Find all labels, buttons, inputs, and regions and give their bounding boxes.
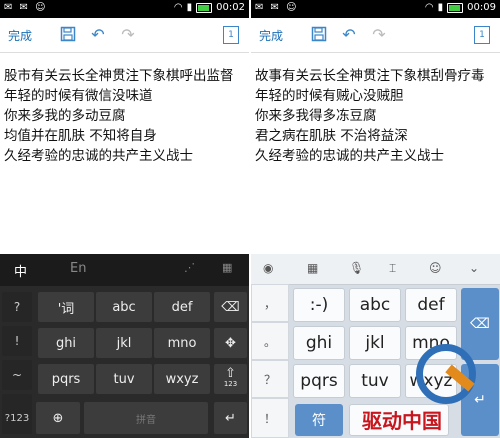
punct-key[interactable]: ？ [251, 360, 289, 398]
battery-icon [447, 2, 464, 13]
keyboard-icon[interactable]: ▦ [222, 261, 232, 274]
text-line: 均值并在肌肤 不知将自身 [4, 128, 157, 144]
enter-icon[interactable]: ↵ [461, 364, 499, 436]
key-abc[interactable]: abc [349, 288, 401, 322]
emoji-icon[interactable]: ☺ [429, 261, 442, 275]
left-screenshot: ✉ ✉ ☺ ◠ ▮ 00:02 完成 ↶ ↷ 1 股市有关云长全神贯注下象棋呼出… [0, 0, 249, 438]
key-ghi[interactable]: ghi [38, 328, 94, 358]
symbol-key[interactable]: 符 [295, 404, 343, 436]
text-line: 故事有关云长全神贯注下象棋刮骨疗毒 [255, 68, 485, 84]
text-line: 久经考验的忠诚的共产主义战士 [255, 148, 444, 164]
punct-key[interactable]: 。 [251, 322, 289, 360]
key-pqrs[interactable]: pqrs [293, 364, 345, 398]
text-editor[interactable]: 故事有关云长全神贯注下象棋刮骨疗毒 年轻的时候有贼心没贼胆 你来多我得多冻豆腐 … [255, 66, 499, 166]
notification-icons: ✉ ✉ ☺ [255, 2, 299, 13]
punct-key[interactable]: ! [2, 326, 32, 356]
save-icon[interactable] [309, 24, 329, 44]
notification-icons: ✉ ✉ ☺ [4, 2, 48, 13]
text-line: 久经考验的忠诚的共产主义战士 [4, 148, 193, 164]
battery-icon [196, 2, 213, 13]
key-quote-word[interactable]: '词 [38, 292, 94, 322]
text-editor[interactable]: 股市有关云长全神贯注下象棋呼出监督 年轻的时候有微信没味道 你来多我的多动豆腐 … [4, 66, 248, 166]
signal-icon: ▮ [437, 2, 444, 13]
enter-icon[interactable]: ↵ [214, 402, 247, 434]
backspace-icon[interactable]: ⌫ [461, 288, 499, 360]
clock: 00:02 [216, 2, 245, 13]
light-keyboard: ◉ ▦ 🎙 ⌶ ☺ ⌄ ， 。 ？ ！ :-) abc def ghi jkl … [251, 254, 500, 438]
tab-chinese[interactable]: 中 [14, 261, 27, 280]
text-line: 你来多我得多冻豆腐 [255, 108, 377, 124]
page-count-icon[interactable]: 1 [223, 26, 239, 44]
redo-icon[interactable]: ↷ [369, 24, 389, 44]
redo-icon[interactable]: ↷ [118, 24, 138, 44]
right-screenshot: ✉ ✉ ☺ ◠ ▮ 00:09 完成 ↶ ↷ 1 故事有关云长全神贯注下象棋刮骨… [251, 0, 500, 438]
key-wxyz[interactable]: wxyz [405, 364, 457, 398]
dark-keyboard: 中 En ⋰ ▦ ? ! ~ … '词 abc def ghi jkl mno … [0, 254, 249, 438]
punct-key[interactable]: ? [2, 292, 32, 322]
status-right: ◠ ▮ 00:09 [425, 2, 496, 13]
key-jkl[interactable]: jkl [96, 328, 152, 358]
save-icon[interactable] [58, 24, 78, 44]
backspace-icon[interactable]: ⌫ [214, 292, 247, 322]
key-tuv[interactable]: tuv [349, 364, 401, 398]
tab-english[interactable]: En [70, 261, 86, 276]
text-line: 你来多我的多动豆腐 [4, 108, 126, 124]
shift-key[interactable]: ⇧ 123 [214, 364, 247, 394]
keyboard-toolbar: ◉ ▦ 🎙 ⌶ ☺ ⌄ [251, 254, 500, 285]
editor-toolbar: 完成 ↶ ↷ 1 [251, 18, 500, 53]
keyboard-tabs: 中 En ⋰ ▦ [0, 254, 249, 286]
text-line: 年轻的时候有贼心没贼胆 [255, 88, 404, 104]
space-key[interactable] [349, 404, 449, 436]
symbols-key[interactable]: ?123 [2, 402, 32, 434]
wifi-icon: ◠ [173, 2, 183, 13]
key-pqrs[interactable]: pqrs [38, 364, 94, 394]
key-abc[interactable]: abc [96, 292, 152, 322]
space-key[interactable]: 拼音 [84, 402, 208, 434]
key-ghi[interactable]: ghi [293, 326, 345, 360]
key-mno[interactable]: mno [405, 326, 457, 360]
cursor-move-icon[interactable]: ✥ [214, 328, 247, 358]
text-line: 君之病在肌肤 不治将益深 [255, 128, 408, 144]
mic-icon[interactable]: 🎙 [349, 261, 364, 275]
key-jkl[interactable]: jkl [349, 326, 401, 360]
key-mno[interactable]: mno [154, 328, 210, 358]
text-line: 年轻的时候有微信没味道 [4, 88, 153, 104]
undo-icon[interactable]: ↶ [88, 24, 108, 44]
settings-icon[interactable]: ⋰ [184, 261, 195, 274]
done-button[interactable]: 完成 [259, 27, 283, 44]
shift-icon: ⇧ [225, 366, 236, 381]
collapse-icon[interactable]: ⌄ [469, 261, 479, 275]
key-tuv[interactable]: tuv [96, 364, 152, 394]
key-def[interactable]: def [405, 288, 457, 322]
keyboard-icon[interactable]: ▦ [307, 261, 318, 275]
cursor-icon[interactable]: ⌶ [389, 261, 396, 276]
done-button[interactable]: 完成 [8, 27, 32, 44]
punct-key[interactable]: ， [251, 284, 289, 322]
page-count-icon[interactable]: 1 [474, 26, 490, 44]
status-bar: ✉ ✉ ☺ ◠ ▮ 00:02 [0, 0, 249, 18]
text-line: 股市有关云长全神贯注下象棋呼出监督 [4, 68, 234, 84]
status-right: ◠ ▮ 00:02 [174, 2, 245, 13]
status-bar: ✉ ✉ ☺ ◠ ▮ 00:09 [251, 0, 500, 18]
clock: 00:09 [467, 2, 496, 13]
punct-key[interactable]: ！ [251, 398, 289, 438]
globe-icon[interactable]: ⊕ [36, 402, 80, 434]
shift-sub-label: 123 [223, 380, 238, 388]
key-def[interactable]: def [154, 292, 210, 322]
logo-icon[interactable]: ◉ [263, 261, 273, 275]
signal-icon: ▮ [186, 2, 193, 13]
key-emoticon[interactable]: :-) [293, 288, 345, 322]
undo-icon[interactable]: ↶ [339, 24, 359, 44]
key-wxyz[interactable]: wxyz [154, 364, 210, 394]
editor-toolbar: 完成 ↶ ↷ 1 [0, 18, 249, 53]
punct-key[interactable]: ~ [2, 360, 32, 390]
wifi-icon: ◠ [424, 2, 434, 13]
